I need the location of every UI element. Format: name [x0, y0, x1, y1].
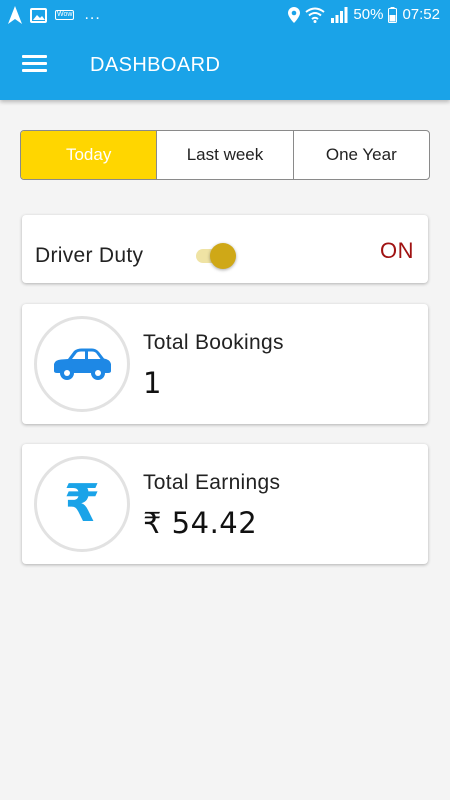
more-notifications-indicator: ... [84, 6, 101, 23]
bookings-icon-circle [34, 316, 130, 412]
navigation-arrow-icon [8, 6, 22, 24]
duty-status-text: ON [380, 238, 414, 263]
driver-duty-label: Driver Duty [35, 244, 144, 267]
signal-strength-icon [331, 6, 348, 23]
total-earnings-card: ₹ Total Earnings ₹ 54.42 [22, 444, 428, 564]
earnings-icon-circle: ₹ [34, 456, 130, 552]
driver-duty-card: Driver Duty ON [22, 215, 428, 283]
total-earnings-value: ₹ 54.42 [143, 506, 258, 540]
tab-one-year[interactable]: One Year [292, 131, 429, 179]
status-bar: Wow ... 50% 07:52 [0, 0, 450, 32]
driver-duty-toggle[interactable] [194, 243, 236, 269]
battery-icon [388, 6, 398, 23]
wifi-icon [305, 7, 326, 23]
hamburger-menu-icon[interactable] [22, 54, 48, 74]
clock: 07:52 [402, 6, 440, 23]
notification-app-icon: Wow [55, 10, 75, 20]
toggle-thumb [210, 243, 236, 269]
total-bookings-value: 1 [143, 366, 162, 400]
period-tabs: Today Last week One Year [20, 130, 430, 180]
image-icon [30, 7, 47, 23]
total-bookings-card: Total Bookings 1 [22, 304, 428, 424]
tab-last-week[interactable]: Last week [156, 131, 292, 179]
battery-percentage: 50% [353, 6, 384, 23]
location-icon [288, 6, 301, 23]
total-bookings-label: Total Bookings [143, 331, 284, 354]
page-title: DASHBOARD [90, 54, 221, 76]
rupee-icon: ₹ [63, 474, 101, 534]
total-earnings-label: Total Earnings [143, 471, 281, 494]
app-bar: Wow ... 50% 07:52 DASHBOARD [0, 0, 450, 100]
tab-today[interactable]: Today [21, 131, 157, 179]
car-icon [54, 348, 111, 380]
